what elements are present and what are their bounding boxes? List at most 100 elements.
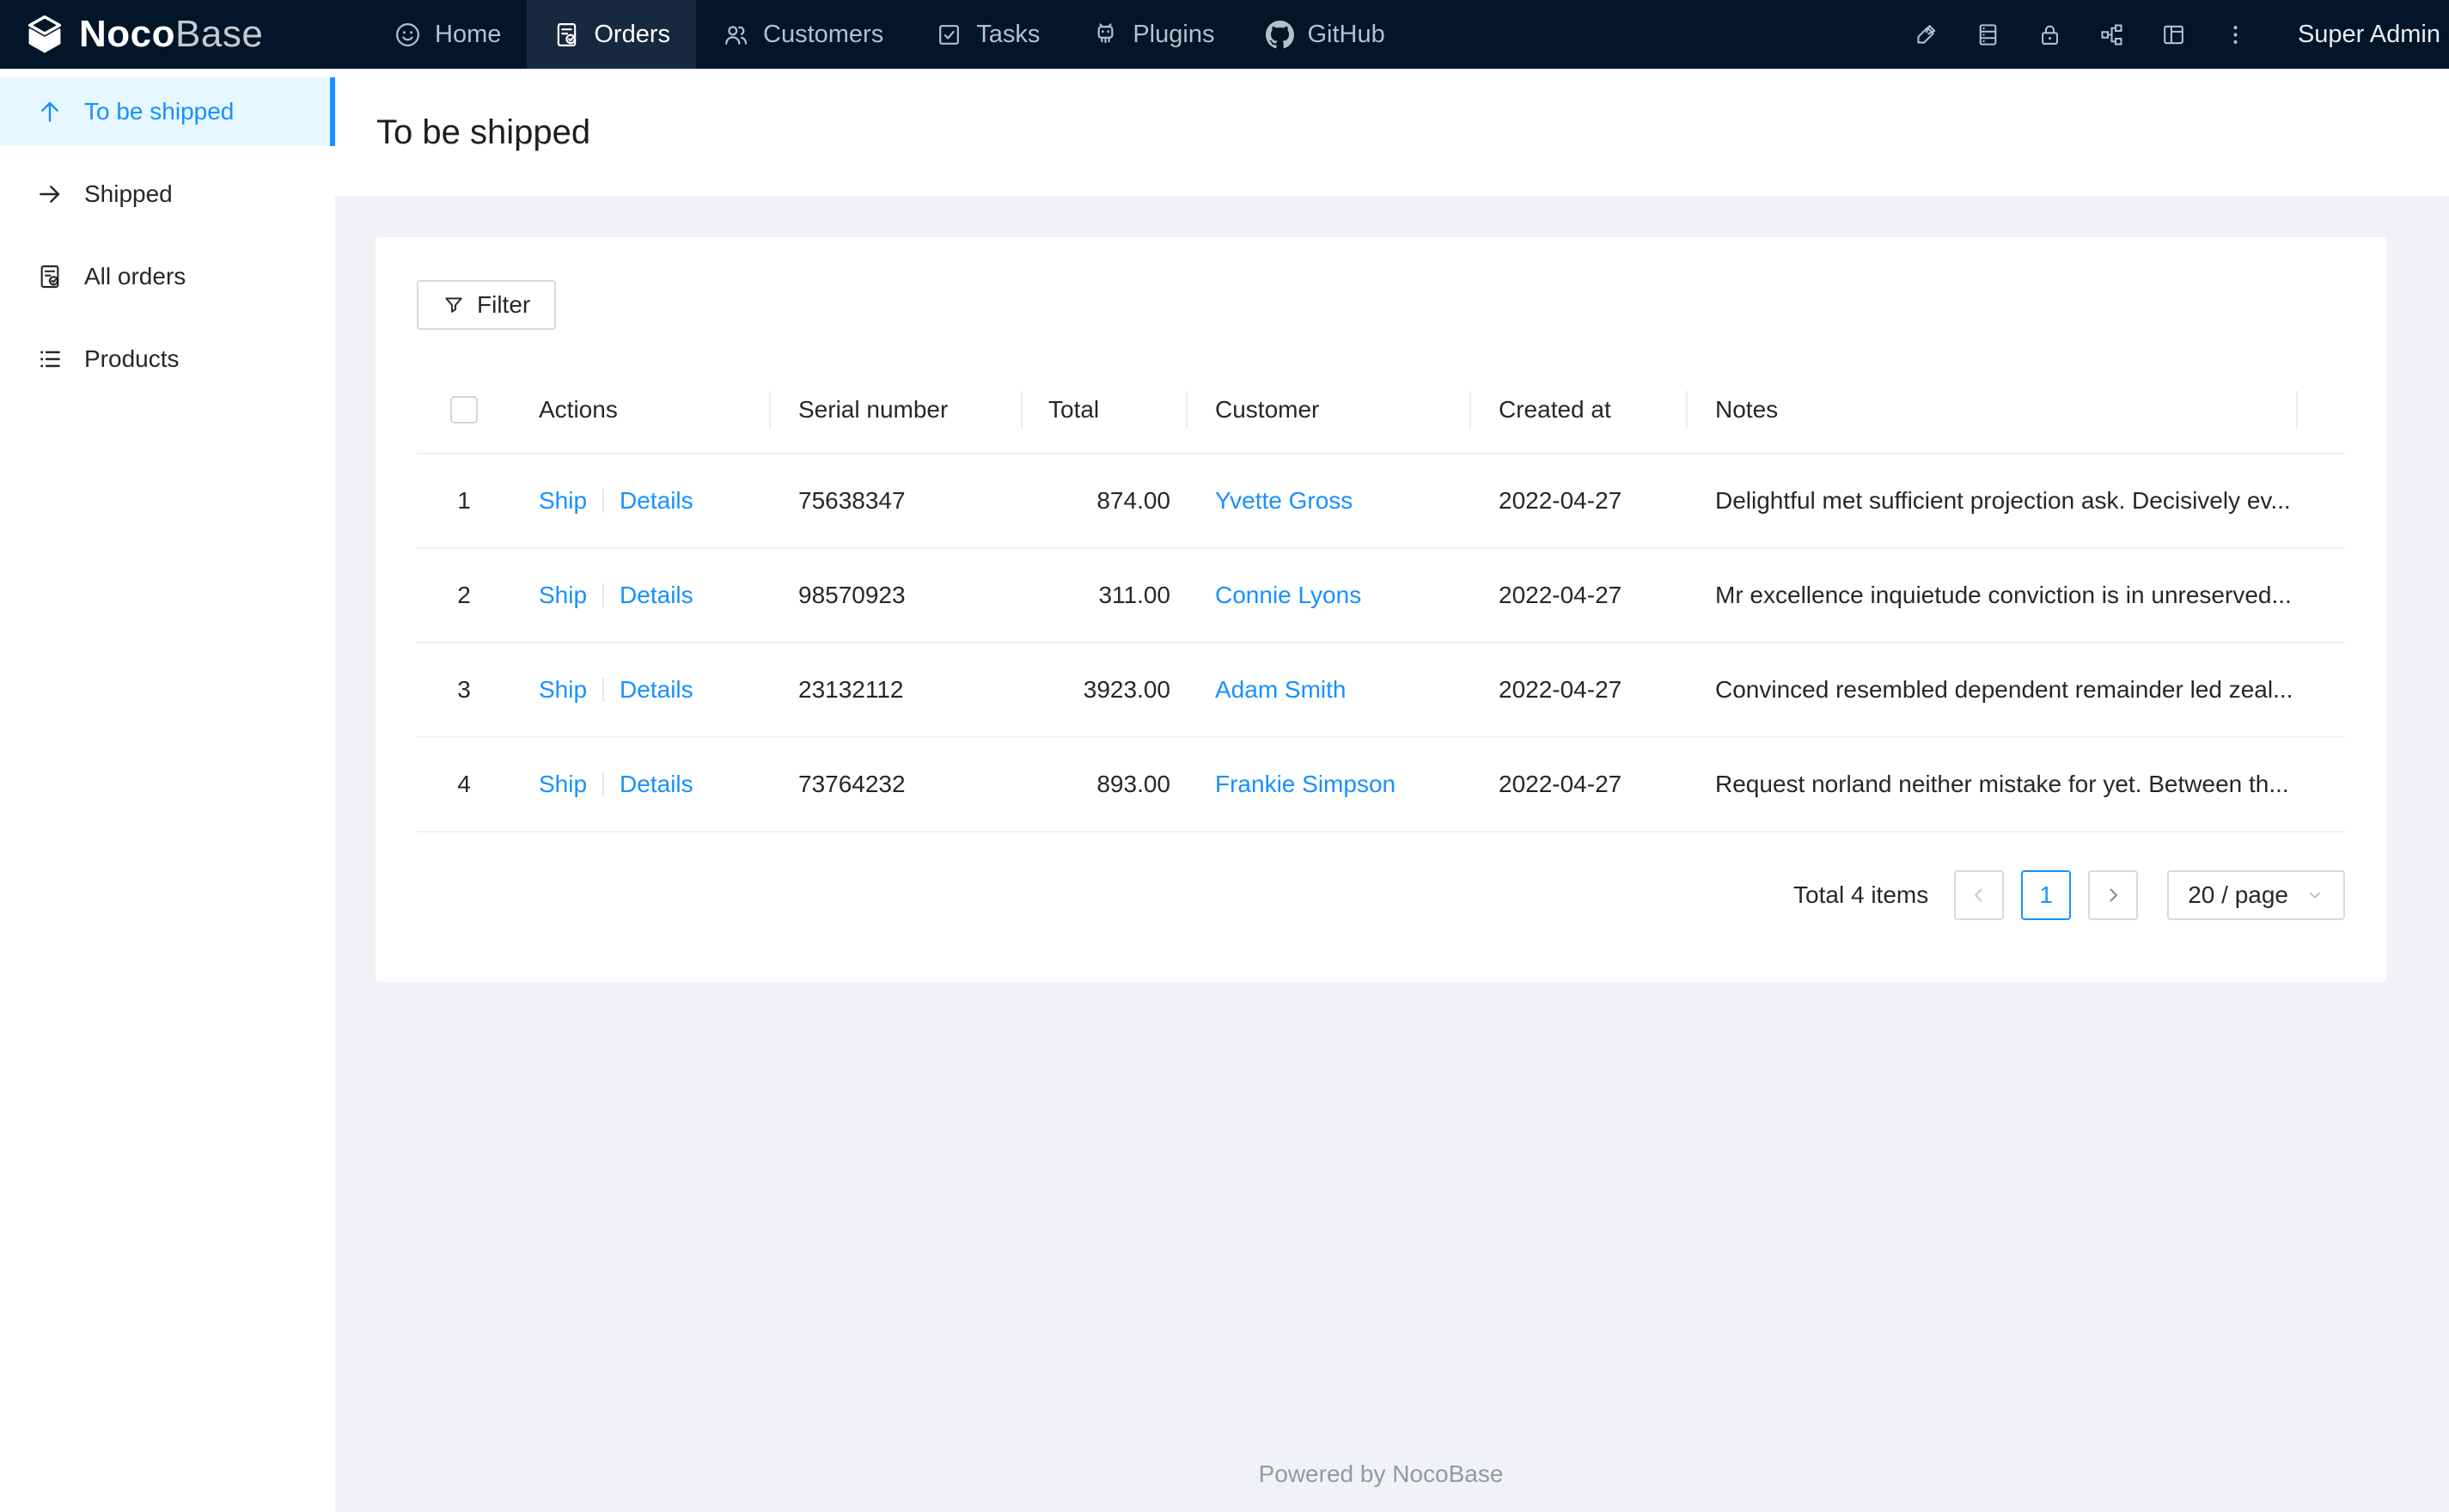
pagination-total: Total 4 items [1793,881,1929,908]
sidebar-item-label: To be shipped [84,98,235,125]
brand-logo[interactable]: NocoBase [0,0,335,69]
main-area: To be shipped Filter Actions Serial numb… [335,69,2449,1512]
table-header-row: Actions Serial number Total Customer Cre… [417,366,2345,454]
nav-item-label: Orders [594,20,670,48]
page-content: Filter Actions Serial number Total Custo… [335,196,2449,1512]
arrow-right-icon [40,186,60,203]
table-row: 2 Ship Details 98570923 311.00 Connie Ly… [417,548,2345,643]
details-link[interactable]: Details [620,771,693,798]
previous-page-button[interactable] [1954,870,2005,920]
table-body: 1 Ship Details 75638347 874.00 Yvette Gr… [417,454,2345,832]
details-link[interactable]: Details [620,487,693,515]
column-header-serial: Serial number [771,366,1023,454]
created-at-cell: 2022-04-27 [1471,454,1688,549]
people-icon [725,25,748,45]
user-menu[interactable]: Super Admin [2267,0,2449,69]
notes-cell: Request norland neither mistake for yet.… [1688,737,2298,832]
column-header-actions: Actions [511,366,771,454]
total-cell: 874.00 [1023,454,1188,549]
column-header-total: Total [1023,366,1188,454]
spacer-cell [2298,454,2345,549]
nav-item-label: Plugins [1133,20,1215,48]
page-header: To be shipped [335,69,2449,196]
action-divider [602,772,605,796]
spacer-cell [2298,548,2345,643]
notes-cell: Mr excellence inquietude conviction is i… [1688,548,2298,643]
page-title: To be shipped [376,113,591,151]
nav-item-label: GitHub [1307,20,1385,48]
orders-table: Actions Serial number Total Customer Cre… [417,366,2345,832]
chevron-right-icon [2110,888,2118,902]
spacer-cell [2298,737,2345,832]
order-document-icon [558,22,577,46]
column-header-spacer [2298,366,2345,454]
filter-button[interactable]: Filter [417,280,557,330]
column-header-customer: Customer [1188,366,1471,454]
serial-number-cell: 23132112 [771,643,1023,738]
created-at-cell: 2022-04-27 [1471,737,1688,832]
footer-text: Powered by NocoBase [1258,1460,1504,1487]
sidebar-item-to-be-shipped[interactable]: To be shipped [0,77,335,146]
nav-item-label: Customers [763,20,884,48]
lock-icon-glyph [2042,25,2059,45]
sidebar-item-all-orders[interactable]: All orders [0,242,335,311]
ship-link[interactable]: Ship [539,582,587,609]
table-row: 1 Ship Details 75638347 874.00 Yvette Gr… [417,454,2345,549]
highlighter-icon[interactable] [1896,0,1957,69]
ship-link[interactable]: Ship [539,771,587,798]
created-at-cell: 2022-04-27 [1471,643,1688,738]
table-row: 4 Ship Details 73764232 893.00 Frankie S… [417,737,2345,832]
filter-button-label: Filter [477,291,531,318]
ellipsis-icon-glyph [2233,25,2238,44]
pagination: Total 4 items 1 20 / page [417,870,2345,920]
row-actions: Ship Details [539,487,771,515]
main-menu: Home Orders Customers Tasks Plugins GitH… [368,0,1411,69]
row-actions: Ship Details [539,582,771,609]
lock-icon[interactable] [2019,0,2081,69]
nav-item-label: Home [435,20,502,48]
customer-link[interactable]: Yvette Gross [1215,487,1353,514]
app-root: NocoBase Home Orders Customers Tasks Plu… [0,0,2449,1512]
github-icon [1266,20,1295,48]
nav-item-tasks[interactable]: Tasks [909,0,1066,69]
notes-cell: Delightful met sufficient projection ask… [1688,454,2298,549]
chevron-left-icon [1975,888,1982,902]
select-all-checkbox[interactable] [450,396,478,424]
ship-link[interactable]: Ship [539,676,587,704]
nav-item-home[interactable]: Home [368,0,527,69]
row-index: 3 [457,676,471,703]
layout-icon[interactable] [2143,0,2205,69]
next-page-button[interactable] [2088,870,2139,920]
sidebar-item-products[interactable]: Products [0,325,335,393]
row-index: 2 [457,582,471,608]
chevron-down-icon [2310,892,2320,899]
row-index: 1 [457,487,471,514]
total-cell: 3923.00 [1023,643,1188,738]
sidebar-item-label: All orders [84,263,186,290]
page-size-select[interactable]: 20 / page [2167,870,2345,920]
robot-icon [1097,22,1114,43]
page-number-button[interactable]: 1 [2021,870,2072,920]
customer-link[interactable]: Frankie Simpson [1215,771,1396,797]
smiley-icon [396,22,419,46]
details-link[interactable]: Details [620,582,693,609]
ship-link[interactable]: Ship [539,487,587,515]
database-icon[interactable] [1957,0,2019,69]
user-name: Super Admin [2297,20,2440,48]
customer-link[interactable]: Connie Lyons [1215,582,1361,608]
column-header-created-at: Created at [1471,366,1688,454]
nav-item-github[interactable]: GitHub [1240,0,1410,69]
footer: Powered by NocoBase [376,1443,2386,1512]
spacer-cell [2298,643,2345,738]
sitemap-icon[interactable] [2081,0,2143,69]
sidebar-item-shipped[interactable]: Shipped [0,160,335,229]
nav-item-plugins[interactable]: Plugins [1066,0,1240,69]
table-row: 3 Ship Details 23132112 3923.00 Adam Smi… [417,643,2345,738]
nav-item-orders[interactable]: Orders [527,0,696,69]
customer-link[interactable]: Adam Smith [1215,676,1347,703]
serial-number-cell: 73764232 [771,737,1023,832]
ellipsis-icon[interactable] [2205,0,2267,69]
details-link[interactable]: Details [620,676,693,704]
highlighter-icon-glyph [1917,24,1936,44]
nav-item-customers[interactable]: Customers [696,0,909,69]
